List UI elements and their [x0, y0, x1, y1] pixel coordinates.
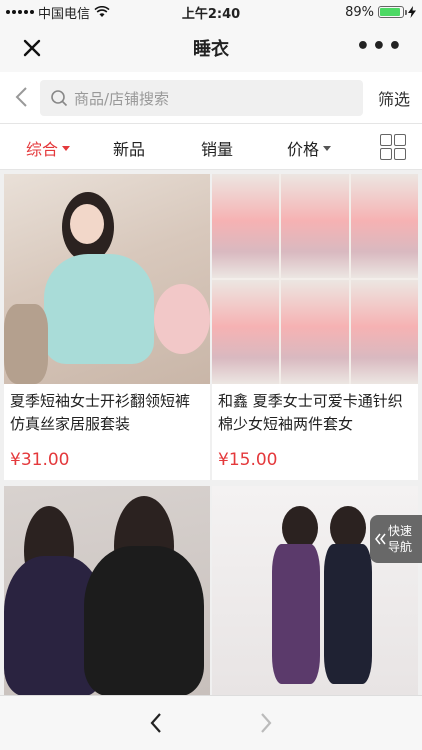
charging-icon: [408, 6, 416, 18]
product-price: ¥15.00: [218, 450, 278, 470]
search-icon: [51, 90, 68, 107]
battery-percent: 89%: [345, 4, 374, 20]
caret-down-icon: [62, 145, 71, 151]
product-card[interactable]: 夏季短袖女士开衫翻领短裤仿真丝家居服套装 ¥31.00: [4, 174, 210, 480]
caret-down-icon: [323, 145, 332, 151]
quick-nav-button[interactable]: 快速 导航: [370, 515, 422, 563]
more-options-icon[interactable]: •••: [356, 34, 404, 59]
back-icon[interactable]: [14, 86, 30, 108]
status-bar: 中国电信 上午2:40 89%: [0, 0, 422, 24]
tab-label: 新品: [113, 140, 146, 159]
tab-label: 销量: [201, 140, 234, 159]
double-chevron-left-icon: [375, 533, 386, 545]
navigation-bar: 睡衣 •••: [0, 24, 422, 72]
quick-nav-label: 导航: [388, 540, 413, 554]
tab-label: 综合: [26, 140, 59, 159]
product-card[interactable]: 和鑫 夏季女士可爱卡通针织棉少女短袖两件套女 ¥15.00: [212, 174, 418, 480]
product-price: ¥31.00: [10, 450, 70, 470]
close-icon[interactable]: [20, 36, 44, 60]
product-image: [4, 174, 210, 384]
product-name: 夏季短袖女士开衫翻领短裤仿真丝家居服套装: [10, 392, 191, 433]
tab-price[interactable]: 价格: [287, 136, 332, 160]
tab-comprehensive[interactable]: 综合: [26, 136, 71, 160]
product-card[interactable]: [4, 486, 210, 695]
battery-area: 89%: [345, 5, 416, 20]
sort-bar: 综合 新品 销量 价格: [0, 124, 422, 170]
filter-button[interactable]: 筛选: [378, 86, 410, 110]
browser-toolbar: [0, 695, 422, 750]
tab-new[interactable]: 新品: [113, 136, 145, 160]
product-image: [212, 174, 418, 384]
battery-icon: [378, 6, 407, 18]
search-input[interactable]: 商品/店铺搜索: [40, 80, 363, 116]
tab-sales[interactable]: 销量: [201, 136, 233, 160]
quick-nav-label: 快速: [388, 524, 413, 538]
page-title: 睡衣: [193, 39, 229, 60]
forward-arrow-icon[interactable]: [258, 711, 274, 735]
product-grid: 夏季短袖女士开衫翻领短裤仿真丝家居服套装 ¥31.00 和鑫 夏季女士可爱卡通针…: [0, 170, 422, 695]
search-placeholder: 商品/店铺搜索: [74, 89, 170, 108]
back-arrow-icon[interactable]: [148, 711, 164, 735]
grid-view-icon[interactable]: [380, 134, 406, 160]
search-row: 商品/店铺搜索 筛选: [0, 72, 422, 124]
product-name: 和鑫 夏季女士可爱卡通针织棉少女短袖两件套女: [218, 392, 403, 433]
tab-label: 价格: [287, 140, 320, 159]
product-image: [4, 486, 210, 695]
